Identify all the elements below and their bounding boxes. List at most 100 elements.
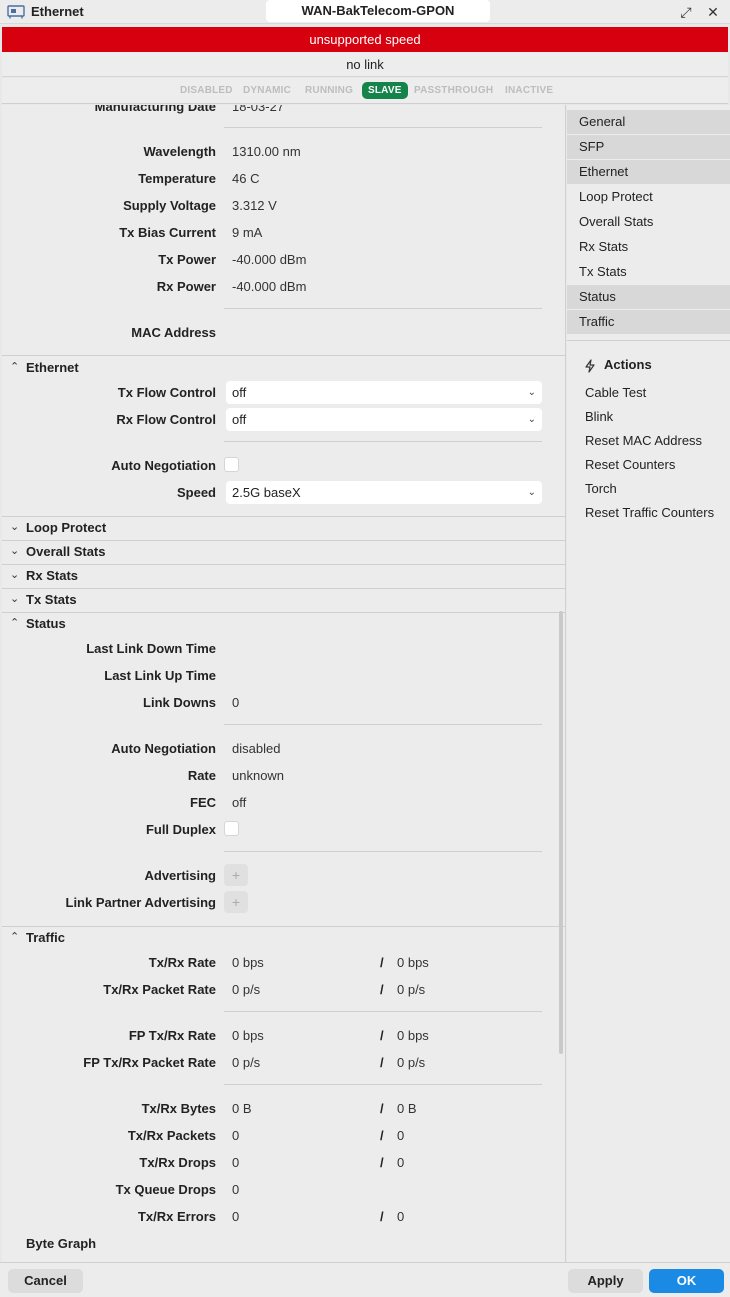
tx-rx-errors-label: Tx/Rx Errors — [137, 1209, 216, 1224]
link-partner-advertising-add-button[interactable]: + — [224, 891, 248, 913]
action-blink[interactable]: Blink — [585, 409, 613, 424]
actions-title: Actions — [604, 357, 652, 372]
flag-disabled: DISABLED — [180, 85, 233, 96]
main-content[interactable]: Manufacturing Date 18-03-27 Wavelength 1… — [2, 105, 566, 1262]
sidebar-item-traffic[interactable]: Traffic — [567, 310, 730, 334]
sidebar-item-loop-protect[interactable]: Loop Protect — [567, 185, 730, 209]
speed-select[interactable]: 2.5G baseX ⌄ — [226, 481, 542, 504]
fp-tx-packet-rate-value: 0 p/s — [232, 1055, 261, 1070]
section-header-loop-protect[interactable]: ⌄ Loop Protect — [2, 516, 565, 540]
action-torch[interactable]: Torch — [585, 481, 617, 496]
divider — [224, 851, 542, 852]
chevron-down-icon: ⌄ — [527, 487, 536, 498]
title-bar: Ethernet WAN-BakTelecom-GPON ⤢ ✕ — [0, 0, 730, 24]
full-duplex-checkbox — [224, 821, 239, 836]
manufacturing-date-label: Manufacturing Date — [94, 105, 216, 114]
sidebar-item-rx-stats[interactable]: Rx Stats — [567, 235, 730, 259]
tx-rate-value: 0 bps — [232, 955, 264, 970]
chevron-down-icon: ⌄ — [527, 414, 536, 425]
tx-queue-drops-label: Tx Queue Drops — [115, 1182, 216, 1197]
section-header-overall-stats[interactable]: ⌄ Overall Stats — [2, 540, 565, 564]
auto-negotiation-checkbox[interactable] — [224, 457, 239, 472]
action-reset-mac-address[interactable]: Reset MAC Address — [585, 433, 702, 448]
chevron-down-icon: ⌄ — [10, 569, 20, 581]
lightning-icon — [585, 359, 595, 373]
slash-separator: / — [380, 1128, 384, 1143]
wavelength-label: Wavelength — [143, 144, 216, 159]
link-partner-advertising-label: Link Partner Advertising — [65, 895, 217, 910]
ok-button[interactable]: OK — [649, 1269, 724, 1293]
cancel-button[interactable]: Cancel — [8, 1269, 83, 1293]
link-downs-label: Link Downs — [143, 695, 216, 710]
sidebar-item-sfp[interactable]: SFP — [567, 135, 730, 159]
flag-slave-badge: SLAVE — [362, 82, 408, 99]
supply-voltage-value: 3.312 V — [232, 198, 277, 213]
fec-value: off — [232, 795, 247, 810]
tx-queue-drops-value: 0 — [232, 1182, 240, 1197]
section-title: Traffic — [26, 930, 66, 945]
tx-bias-current-label: Tx Bias Current — [119, 225, 216, 240]
divider — [224, 127, 542, 128]
status-auto-negotiation-value: disabled — [232, 741, 281, 756]
fec-label: FEC — [190, 795, 216, 810]
link-status-bar: no link — [2, 52, 728, 77]
section-header-tx-stats[interactable]: ⌄ Tx Stats — [2, 588, 565, 612]
rx-packet-rate-value: 0 p/s — [397, 982, 426, 997]
tx-packets-value: 0 — [232, 1128, 240, 1143]
action-reset-counters[interactable]: Reset Counters — [585, 457, 675, 472]
sidebar-item-tx-stats[interactable]: Tx Stats — [567, 260, 730, 284]
byte-graph-label: Byte Graph — [26, 1236, 97, 1251]
section-title: Rx Stats — [26, 568, 79, 583]
scrollbar-thumb[interactable] — [559, 611, 563, 1054]
tx-flow-control-select[interactable]: off ⌄ — [226, 381, 542, 404]
rx-flow-control-select[interactable]: off ⌄ — [226, 408, 542, 431]
error-status-bar: unsupported speed — [2, 27, 728, 52]
sidebar-item-ethernet[interactable]: Ethernet — [567, 160, 730, 184]
tx-rx-rate-label: Tx/Rx Rate — [148, 955, 216, 970]
section-header-traffic[interactable]: ⌃ Traffic — [2, 926, 565, 950]
fp-rx-packet-rate-value: 0 p/s — [397, 1055, 426, 1070]
restore-icon[interactable]: ⤢ — [677, 3, 695, 21]
sidebar-item-general[interactable]: General — [567, 110, 730, 134]
mac-address-label: MAC Address — [131, 325, 216, 340]
temperature-value: 46 C — [232, 171, 260, 186]
chevron-down-icon: ⌄ — [527, 387, 536, 398]
rate-value: unknown — [232, 768, 285, 783]
status-auto-negotiation-label: Auto Negotiation — [111, 741, 216, 756]
section-title: Ethernet — [26, 360, 79, 375]
sidebar: General SFP Ethernet Loop Protect Overal… — [567, 105, 730, 1262]
action-reset-traffic-counters[interactable]: Reset Traffic Counters — [585, 505, 714, 520]
advertising-add-button[interactable]: + — [224, 864, 248, 886]
slash-separator: / — [380, 1028, 384, 1043]
slash-separator: / — [380, 955, 384, 970]
section-header-ethernet[interactable]: ⌃ Ethernet — [2, 356, 565, 380]
tx-rx-packets-label: Tx/Rx Packets — [127, 1128, 216, 1143]
interface-name-field[interactable]: WAN-BakTelecom-GPON — [266, 0, 490, 22]
rx-power-value: -40.000 dBm — [232, 279, 307, 294]
apply-button[interactable]: Apply — [568, 1269, 643, 1293]
link-downs-value: 0 — [232, 695, 240, 710]
sidebar-item-overall-stats[interactable]: Overall Stats — [567, 210, 730, 234]
supply-voltage-label: Supply Voltage — [123, 198, 216, 213]
rx-drops-value: 0 — [397, 1155, 405, 1170]
divider — [224, 724, 542, 725]
action-cable-test[interactable]: Cable Test — [585, 385, 646, 400]
rate-label: Rate — [187, 768, 216, 783]
fp-rx-rate-value: 0 bps — [397, 1028, 429, 1043]
slash-separator: / — [380, 1209, 384, 1224]
speed-value: 2.5G baseX — [232, 485, 301, 500]
fp-tx-rx-rate-label: FP Tx/Rx Rate — [128, 1028, 216, 1043]
rx-flow-control-label: Rx Flow Control — [116, 412, 216, 427]
section-header-status[interactable]: ⌃ Status — [2, 612, 565, 636]
divider — [224, 308, 542, 309]
full-duplex-label: Full Duplex — [145, 822, 216, 837]
sidebar-item-status[interactable]: Status — [567, 285, 730, 309]
chevron-down-icon: ⌄ — [10, 545, 20, 557]
wavelength-value: 1310.00 nm — [232, 144, 301, 159]
close-icon[interactable]: ✕ — [704, 3, 722, 21]
chevron-up-icon: ⌃ — [10, 617, 20, 629]
chevron-up-icon: ⌃ — [10, 361, 20, 373]
divider — [224, 441, 542, 442]
section-header-rx-stats[interactable]: ⌄ Rx Stats — [2, 564, 565, 588]
flag-inactive: INACTIVE — [505, 85, 554, 96]
